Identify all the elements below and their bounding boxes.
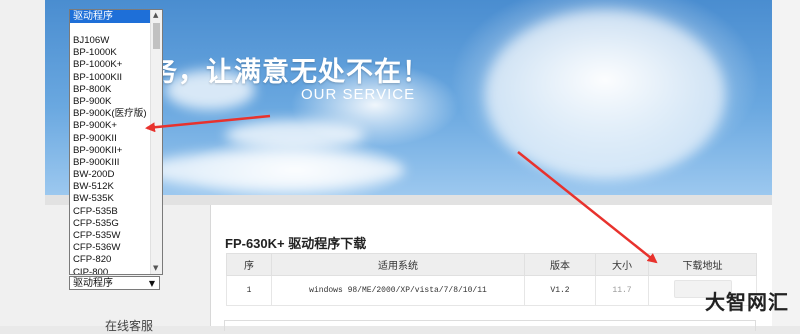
arrow-to-option	[145, 114, 271, 133]
annotation-arrows	[145, 114, 658, 264]
arrow-to-download	[517, 151, 658, 264]
watermark-logo: 大智网汇	[705, 290, 789, 314]
